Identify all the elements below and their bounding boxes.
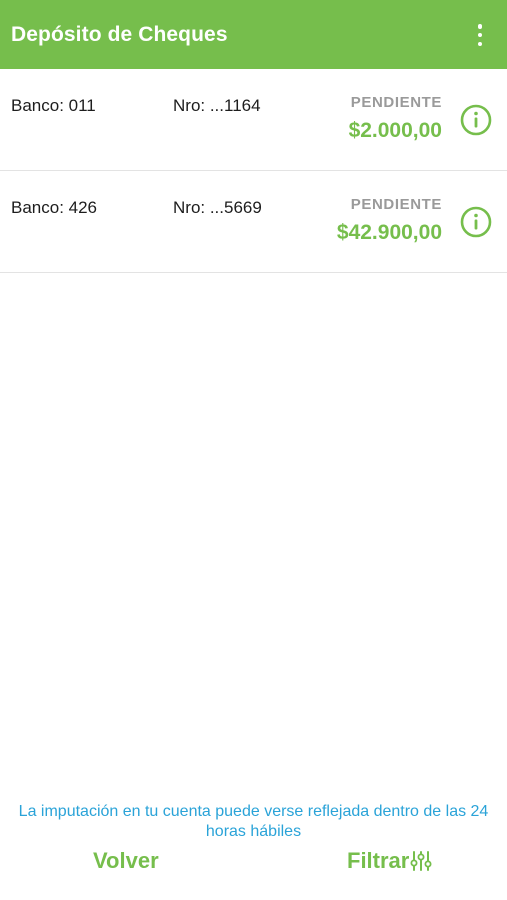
cheque-status-badge: PENDIENTE [350, 196, 442, 213]
cheque-list: Banco: 011 Nro: ...1164 PENDIENTE $2.000… [0, 69, 507, 273]
cheque-amount: $42.900,00 [336, 221, 442, 244]
info-icon[interactable] [460, 206, 492, 238]
filter-sliders-icon [410, 851, 432, 871]
cheque-amount: $2.000,00 [348, 119, 442, 142]
cheque-bank: Banco: 011 [11, 96, 96, 115]
more-dot [477, 24, 483, 29]
app-screen: Depósito de Cheques Banco: 011 Nro: ...1… [0, 0, 507, 900]
more-dot [477, 32, 483, 38]
cheque-status-badge: PENDIENTE [350, 94, 442, 111]
back-button[interactable]: Volver [93, 848, 159, 874]
footer-actions: Volver Filtrar [0, 846, 507, 880]
more-vertical-icon[interactable] [477, 24, 483, 46]
info-icon[interactable] [460, 104, 492, 136]
filter-button-label: Filtrar [347, 848, 410, 873]
page-title: Depósito de Cheques [11, 22, 228, 46]
cheque-row[interactable]: Banco: 426 Nro: ...5669 PENDIENTE $42.90… [0, 171, 507, 273]
footer-note: La imputación en tu cuenta puede verse r… [18, 803, 489, 840]
app-header: Depósito de Cheques [0, 0, 507, 69]
filter-button[interactable]: Filtrar [347, 848, 432, 874]
cheque-row[interactable]: Banco: 011 Nro: ...1164 PENDIENTE $2.000… [0, 69, 507, 171]
more-dot [477, 41, 483, 46]
cheque-bank: Banco: 426 [11, 198, 98, 217]
cheque-number: Nro: ...5669 [173, 198, 262, 217]
cheque-number: Nro: ...1164 [173, 96, 261, 115]
